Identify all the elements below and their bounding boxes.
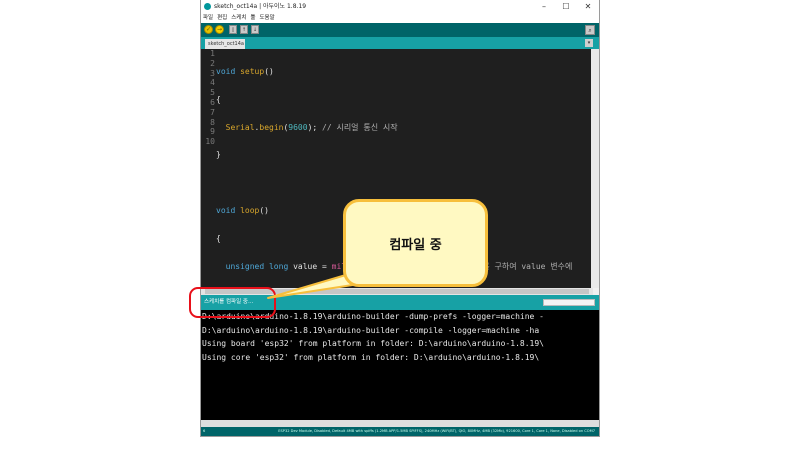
save-sketch-button[interactable]: ↓ (251, 25, 259, 34)
title-bar: sketch_oct14a | 아두이노 1.8.19 – ☐ ✕ (201, 0, 599, 13)
minimize-icon[interactable]: – (533, 0, 555, 13)
line-number: 8 (210, 117, 215, 127)
line-number: 4 (210, 78, 215, 88)
console-line: D:\arduino\arduino-1.8.19\arduino-builde… (202, 325, 540, 335)
line-number: 1 (210, 49, 215, 58)
editor-vertical-scrollbar[interactable] (591, 49, 599, 288)
menu-file[interactable]: 파일 (203, 15, 213, 21)
verify-button[interactable]: ✓ (204, 25, 213, 34)
line-number-gutter: 1 2 3 4 5 6 7 8 9 10 (201, 49, 215, 288)
code-line: void setup() (216, 67, 274, 76)
board-settings-text: ESP32 Dev Module, Disabled, Default 4MB … (278, 429, 595, 433)
menu-bar: 파일 편집 스케치 툴 도움말 (201, 13, 599, 23)
line-number: 2 (210, 58, 215, 68)
line-number: 9 (210, 127, 215, 137)
code-line: { (216, 94, 221, 104)
window-title: sketch_oct14a | 아두이노 1.8.19 (214, 3, 307, 10)
console-line: Using core 'esp32' from platform in fold… (202, 352, 540, 362)
line-number: 7 (210, 107, 215, 117)
status-highlight-ring (189, 287, 276, 318)
menu-edit[interactable]: 편집 (217, 15, 227, 21)
compile-progress-bar (543, 299, 595, 306)
cursor-line-number: 6 (203, 429, 206, 433)
upload-button[interactable]: → (215, 25, 224, 34)
line-number: 5 (210, 88, 215, 98)
board-info-bar: 6 ESP32 Dev Module, Disabled, Default 4M… (201, 427, 599, 436)
console-horizontal-scrollbar[interactable] (201, 420, 599, 427)
tab-sketch[interactable]: sketch_oct14a (205, 39, 245, 49)
maximize-icon[interactable]: ☐ (555, 0, 577, 13)
menu-help[interactable]: 도움말 (260, 15, 275, 21)
arduino-app-icon (204, 3, 211, 10)
code-line: Serial.begin(9600); // 시리얼 통신 시작 (225, 122, 398, 132)
close-icon[interactable]: ✕ (577, 0, 599, 13)
toolbar: ✓ → ▯ ↑ ↓ ⌕ (201, 23, 599, 37)
code-line: } (216, 150, 221, 160)
new-sketch-button[interactable]: ▯ (229, 25, 237, 34)
menu-tools[interactable]: 툴 (250, 15, 255, 21)
serial-monitor-button[interactable]: ⌕ (585, 25, 595, 35)
console-line: Using board 'esp32' from platform in fol… (202, 339, 544, 348)
callout-label: 컴파일 중 (389, 237, 442, 253)
line-number: 10 (205, 137, 215, 147)
output-console[interactable]: D:\arduino\arduino-1.8.19\arduino-builde… (201, 310, 599, 420)
line-number: 3 (210, 68, 215, 78)
tab-bar: sketch_oct14a ▾ (201, 37, 599, 49)
open-sketch-button[interactable]: ↑ (240, 25, 248, 34)
compiling-callout: 컴파일 중 (343, 199, 488, 287)
tab-menu-chevron-down-icon[interactable]: ▾ (585, 39, 593, 47)
line-number: 6 (210, 97, 215, 107)
menu-sketch[interactable]: 스케치 (231, 15, 246, 21)
